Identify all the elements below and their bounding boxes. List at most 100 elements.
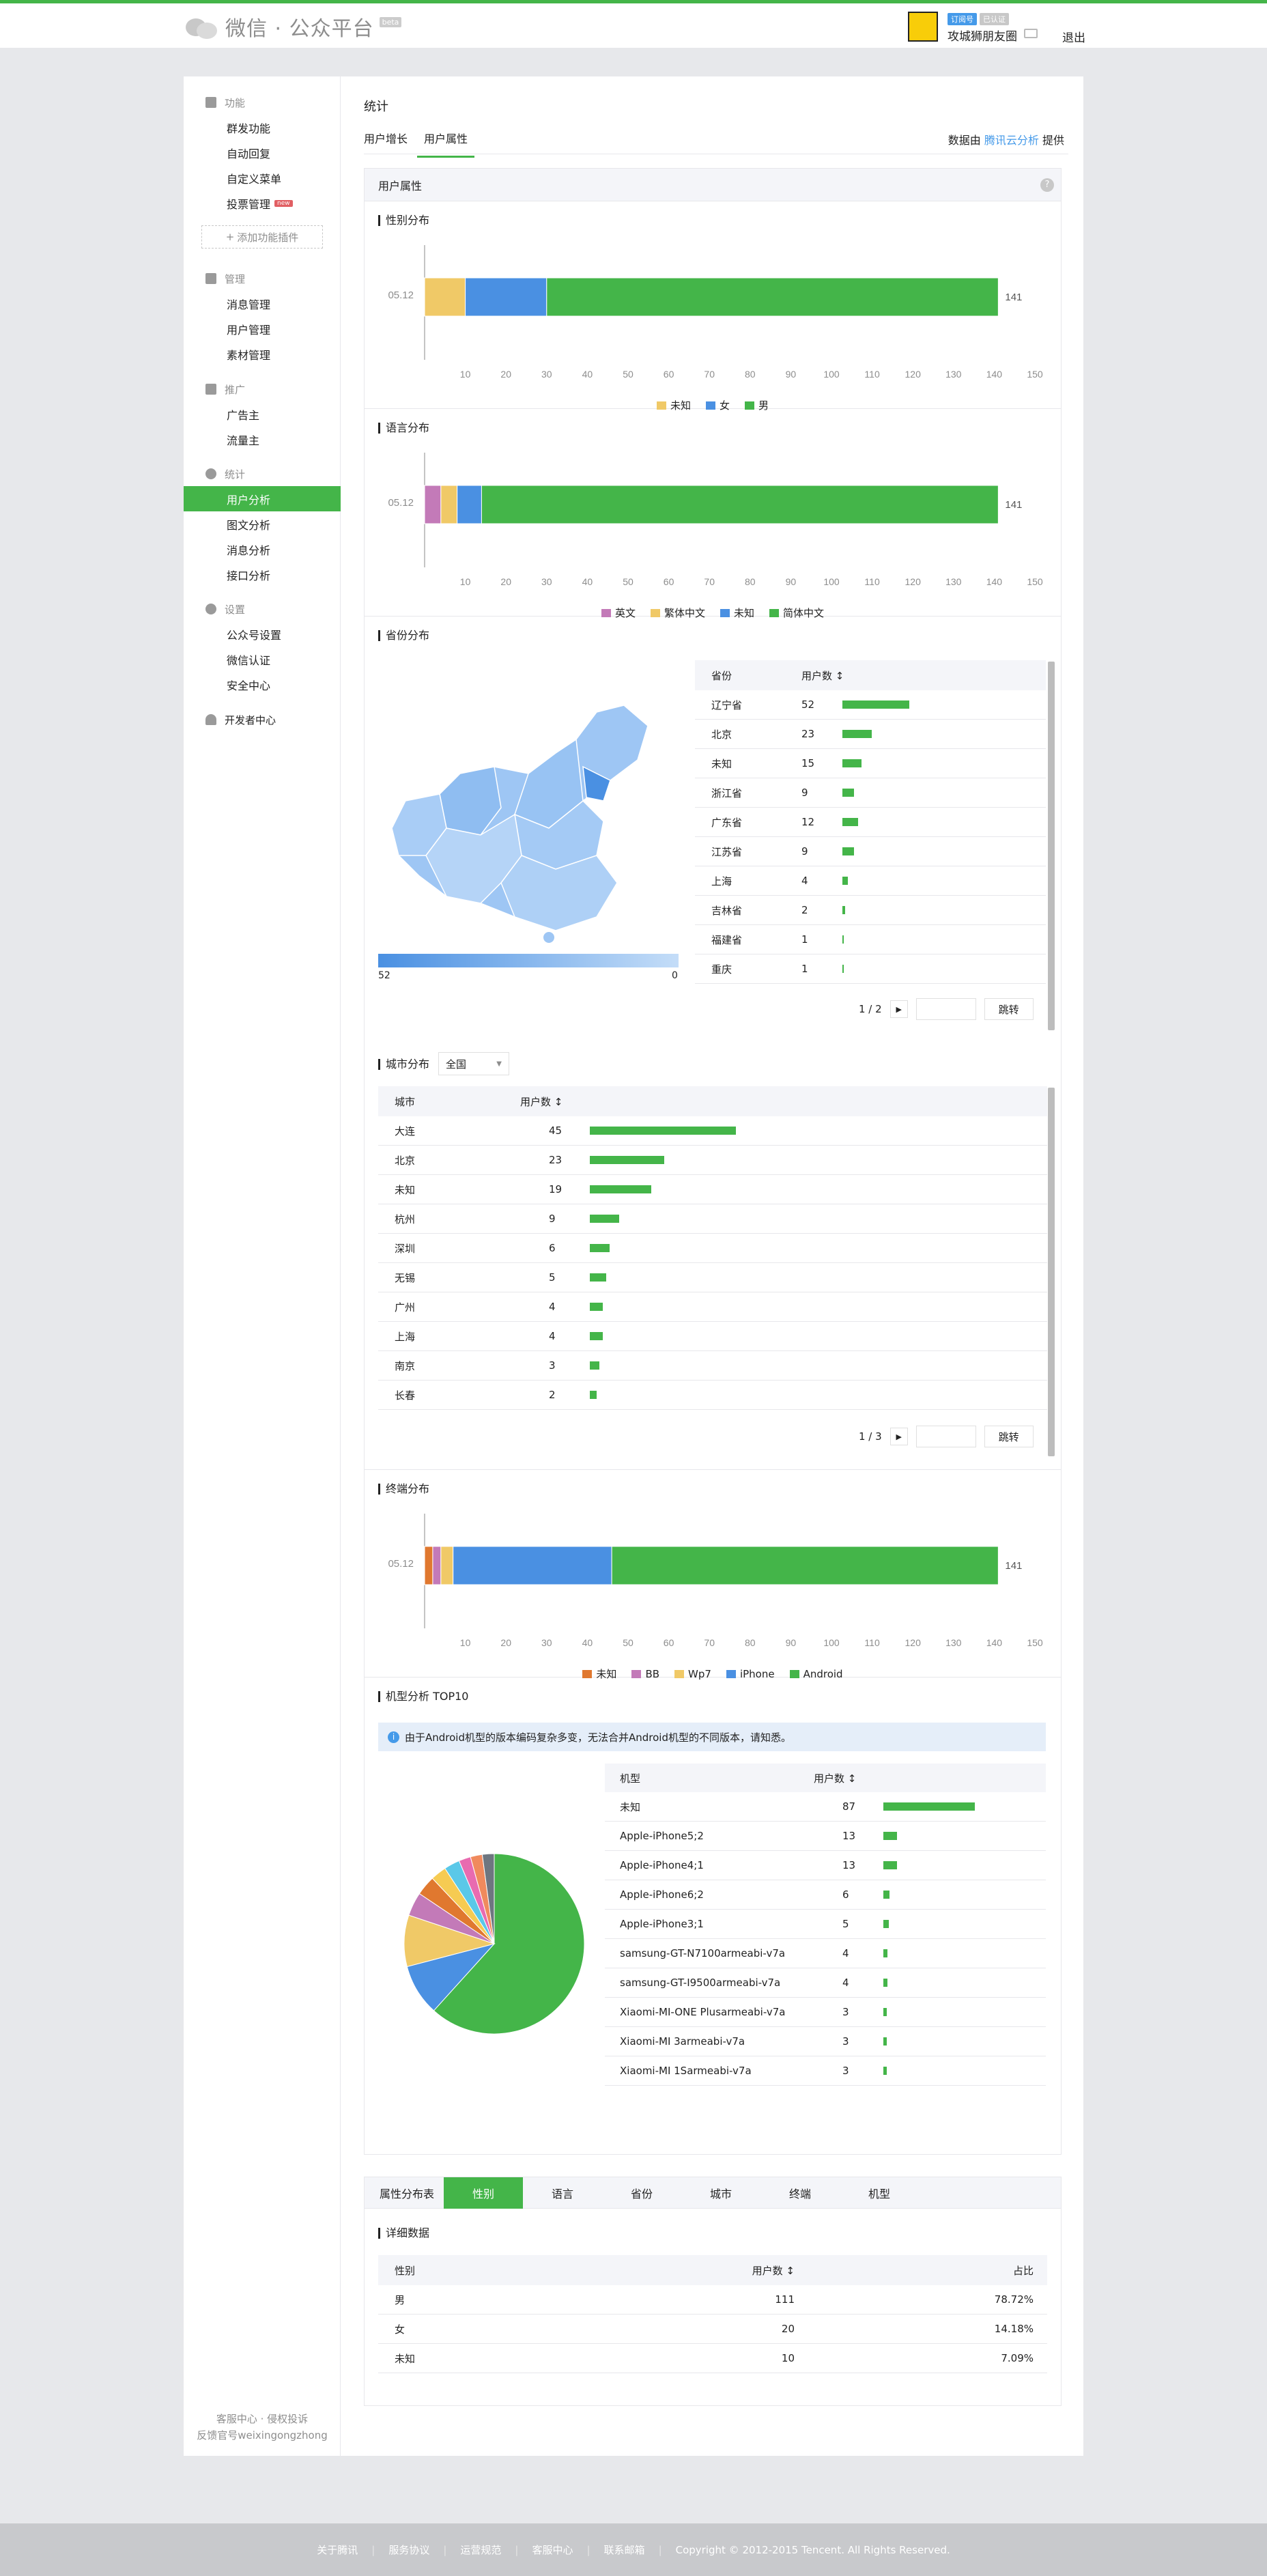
sidebar-footer-support[interactable]: 客服中心 · 侵权投诉 [184,2411,341,2426]
sidebar-item-user-analysis[interactable]: 用户分析 [184,486,341,511]
table-cell: 3 [842,2065,849,2077]
sidebar-item-account-settings[interactable]: 公众号设置 [184,621,341,647]
x-tick-label: 30 [541,576,552,587]
sidebar-item-users[interactable]: 用户管理 [184,316,341,341]
next-page-button[interactable]: ▶ [889,1000,908,1018]
page-container: 功能 群发功能 自动回复 自定义菜单 投票管理 new + 添加功能插件 管理 消息… [184,76,1083,2456]
bar-segment[interactable] [457,485,482,524]
sidebar-item-vote[interactable]: 投票管理 new [184,190,341,216]
account-name[interactable]: 攻城狮朋友圈 [948,27,1017,44]
footer-link-terms[interactable]: 服务协议 [388,2543,429,2557]
tab-province[interactable]: 省份 [602,2177,681,2209]
sidebar-item-materials[interactable]: 素材管理 [184,341,341,367]
value-bar [590,1303,603,1311]
sidebar-item-messages[interactable]: 消息管理 [184,291,341,316]
go-button[interactable]: 跳转 [984,1426,1034,1447]
x-tick-label: 40 [582,369,593,380]
value-bar [842,877,848,885]
bar-segment[interactable] [465,277,547,317]
sidebar-item-verification[interactable]: 微信认证 [184,647,341,672]
value-bar [590,1244,610,1252]
provider-link[interactable]: 腾讯云分析 [984,134,1039,147]
x-tick-label: 20 [500,576,511,587]
table-cell: 深圳 [395,1242,416,1255]
sidebar-item-mass-send[interactable]: 群发功能 [184,115,341,140]
logo[interactable]: 微信 · 公众平台 beta [186,12,402,42]
main-content: 统计 用户增长 用户属性 数据由 腾讯云分析 提供 用户属性? 性别分布 05.… [364,76,1068,2456]
province-scrollbar[interactable] [1048,662,1055,1030]
sidebar-item-message-analysis[interactable]: 消息分析 [184,537,341,562]
table-cell: 上海 [395,1330,416,1343]
x-tick-label: 50 [623,1637,634,1648]
tab-model[interactable]: 机型 [840,2177,919,2209]
sidebar-item-publisher[interactable]: 流量主 [184,427,341,452]
footer-link-support[interactable]: 客服中心 [532,2543,573,2557]
sidebar-item-auto-reply[interactable]: 自动回复 [184,140,341,165]
table-cell: 111 [775,2293,795,2306]
table-cell: 10 [781,2352,795,2364]
tab-user-attributes[interactable]: 用户属性 [417,130,475,158]
x-tick-label: 80 [745,576,756,587]
help-icon[interactable]: ? [1040,178,1054,192]
column-header[interactable]: 机型 [620,1771,640,1785]
column-header[interactable]: 用户数 ↕ [801,668,844,683]
column-header[interactable]: 省份 [711,668,732,683]
column-header[interactable]: 占比 [1013,2263,1034,2278]
sidebar-footer-feedback[interactable]: 反馈官号weixingongzhong [184,2428,341,2442]
table-cell: 6 [549,1242,556,1254]
sidebar-item-article-analysis[interactable]: 图文分析 [184,511,341,537]
category-label: 05.12 [388,1558,414,1570]
footer-link-email[interactable]: 联系邮箱 [604,2543,645,2557]
tab-user-growth[interactable]: 用户增长 [364,130,408,156]
sidebar-category-stats: 统计 [184,462,341,486]
table-cell: 未知 [711,757,732,770]
bar-segment[interactable] [424,485,442,524]
table-cell: 9 [549,1213,556,1225]
page-input[interactable] [915,998,976,1020]
table-cell: 2 [549,1389,556,1401]
account-avatar[interactable] [908,12,938,42]
sidebar-item-developer-center[interactable]: 开发者中心 [184,707,341,732]
bar-segment[interactable] [432,1546,442,1585]
bar-segment[interactable] [440,485,458,524]
sidebar-item-api-analysis[interactable]: 接口分析 [184,562,341,587]
bar-segment[interactable] [546,277,999,317]
add-plugin-button[interactable]: + 添加功能插件 [201,225,323,249]
bar-segment[interactable] [424,1546,433,1585]
mail-icon[interactable] [1024,29,1038,38]
bar-segment[interactable] [481,485,999,524]
legend-swatch [601,608,611,617]
column-header[interactable]: 用户数 ↕ [814,1771,856,1785]
go-button[interactable]: 跳转 [984,998,1034,1020]
bar-segment[interactable] [440,1546,454,1585]
column-header[interactable]: 用户数 ↕ [752,2263,795,2278]
bar-segment[interactable] [424,277,466,317]
logout-link[interactable]: 退出 [1062,28,1085,45]
table-cell: 大连 [395,1124,416,1137]
x-tick-label: 100 [823,1637,840,1648]
column-header[interactable]: 性别 [395,2263,415,2278]
value-bar [842,818,858,826]
sidebar-item-custom-menu[interactable]: 自定义菜单 [184,165,341,190]
tab-terminal[interactable]: 终端 [760,2177,840,2209]
legend-swatch [674,1669,685,1678]
sidebar-item-security[interactable]: 安全中心 [184,672,341,697]
city-scrollbar[interactable] [1048,1088,1055,1456]
tab-city[interactable]: 城市 [681,2177,760,2209]
column-header[interactable]: 城市 [395,1094,415,1109]
footer-link-about[interactable]: 关于腾讯 [317,2543,358,2557]
column-header[interactable]: 用户数 ↕ [520,1094,563,1109]
table-cell: Apple-iPhone4;1 [620,1859,704,1871]
tab-language[interactable]: 语言 [523,2177,602,2209]
sidebar-item-advertiser[interactable]: 广告主 [184,401,341,427]
value-bar [590,1185,652,1193]
table-cell: 4 [549,1301,556,1313]
footer-link-rules[interactable]: 运营规范 [460,2543,501,2557]
bar-segment[interactable] [611,1546,999,1585]
bar-segment[interactable] [453,1546,612,1585]
page-input[interactable] [915,1426,976,1447]
logo-text: 微信 · 公众平台 [225,17,374,41]
tab-gender[interactable]: 性别 [444,2177,523,2209]
city-filter-select[interactable]: 全国 ▼ [438,1052,509,1075]
next-page-button[interactable]: ▶ [889,1428,908,1445]
